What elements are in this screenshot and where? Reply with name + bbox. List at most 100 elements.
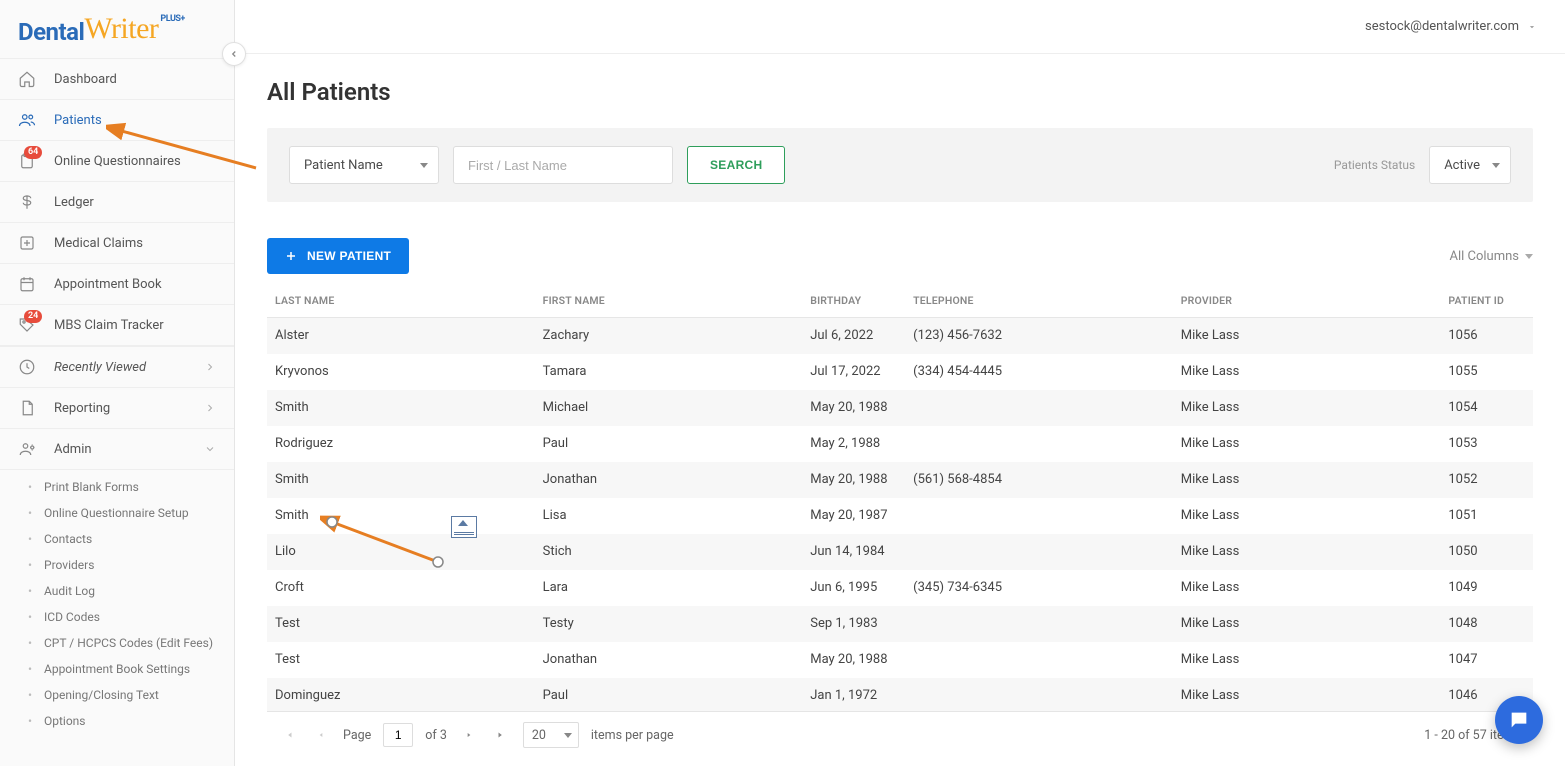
sidebar-item-admin[interactable]: Admin [0,429,234,470]
sidebar-item-ledger[interactable]: Ledger [0,182,234,223]
page-of-label: of 3 [425,728,447,743]
col-header-birthday[interactable]: BIRTHDAY [802,284,905,318]
cell-last: Test [267,642,535,678]
chat-widget-button[interactable] [1495,696,1543,744]
dollar-icon [18,193,36,211]
table-row[interactable]: CroftLaraJun 6, 1995(345) 734-6345Mike L… [267,570,1533,606]
cell-prov: Mike Lass [1173,606,1441,642]
sub-item-options[interactable]: Options [0,708,234,734]
sub-item-icd-codes[interactable]: ICD Codes [0,604,234,630]
badge: 24 [24,310,42,323]
new-patient-button[interactable]: NEW PATIENT [267,238,409,274]
table-row[interactable]: RodriguezPaulMay 2, 1988Mike Lass1053 [267,426,1533,462]
page-prev-button[interactable] [311,725,331,745]
sidebar-item-mbs-claim-tracker[interactable]: 24 MBS Claim Tracker [0,305,234,346]
sub-item-print-blank-forms[interactable]: Print Blank Forms [0,474,234,500]
col-header-telephone[interactable]: TELEPHONE [905,284,1173,318]
sub-item-providers[interactable]: Providers [0,552,234,578]
cell-last: Croft [267,570,535,606]
cell-pid: 1055 [1440,354,1533,390]
sub-item-audit-log[interactable]: Audit Log [0,578,234,604]
patients-status-select[interactable]: Active [1429,146,1511,184]
page-size-value: 20 [532,728,546,743]
sidebar-item-medical-claims[interactable]: Medical Claims [0,223,234,264]
cell-first: Testy [535,606,803,642]
cell-last: Smith [267,462,535,498]
page-next-button[interactable] [459,725,479,745]
sidebar-collapse-button[interactable] [222,42,246,66]
sub-item-appointment-book-settings[interactable]: Appointment Book Settings [0,656,234,682]
cell-tel [905,498,1173,534]
status-value: Active [1444,158,1480,173]
users-icon [18,111,36,129]
chevron-right-icon [204,361,216,373]
cell-bday: May 20, 1988 [802,462,905,498]
page-last-button[interactable] [491,725,511,745]
page-title: All Patients [267,78,1533,106]
items-per-page-label: items per page [591,728,674,743]
table-row[interactable]: AlsterZacharyJul 6, 2022(123) 456-7632Mi… [267,318,1533,354]
user-email: sestock@dentalwriter.com [1365,19,1519,34]
cell-tel [905,534,1173,570]
sidebar-item-reporting[interactable]: Reporting [0,388,234,429]
cell-tel: (334) 454-4445 [905,354,1173,390]
sidebar-item-label: Medical Claims [54,236,143,251]
cell-last: Dominguez [267,678,535,712]
cell-last: Kryvonos [267,354,535,390]
page-number-input[interactable] [383,723,413,747]
sub-item-cpt-hcpcs-codes[interactable]: CPT / HCPCS Codes (Edit Fees) [0,630,234,656]
col-header-provider[interactable]: PROVIDER [1173,284,1441,318]
page-size-select[interactable]: 20 [523,722,579,748]
col-header-first-name[interactable]: FIRST NAME [535,284,803,318]
sidebar-item-patients[interactable]: Patients [0,100,234,141]
caret-down-icon [564,733,572,738]
sidebar-item-recently-viewed[interactable]: Recently Viewed [0,347,234,388]
file-icon [18,399,36,417]
search-input[interactable] [453,146,673,184]
chevron-down-icon [204,443,216,455]
sidebar-item-online-questionnaires[interactable]: 64 Online Questionnaires [0,141,234,182]
table-row[interactable]: SmithJonathanMay 20, 1988(561) 568-4854M… [267,462,1533,498]
logo: DentalWriterPLUS+ [0,0,234,58]
table-row[interactable]: KryvonosTamaraJul 17, 2022(334) 454-4445… [267,354,1533,390]
col-header-last-name[interactable]: LAST NAME [267,284,535,318]
new-patient-label: NEW PATIENT [307,249,391,263]
sub-item-online-questionnaire-setup[interactable]: Online Questionnaire Setup [0,500,234,526]
table-row[interactable]: TestTestySep 1, 1983Mike Lass1048 [267,606,1533,642]
table-row[interactable]: LiloStichJun 14, 1984Mike Lass1050 [267,534,1533,570]
cell-pid: 1052 [1440,462,1533,498]
cell-prov: Mike Lass [1173,318,1441,354]
cell-bday: Sep 1, 1983 [802,606,905,642]
cell-first: Paul [535,678,803,712]
sidebar-item-appointment-book[interactable]: Appointment Book [0,264,234,305]
sidebar-item-dashboard[interactable]: Dashboard [0,59,234,100]
cell-prov: Mike Lass [1173,642,1441,678]
col-header-patient-id[interactable]: PATIENT ID [1440,284,1533,318]
table-row[interactable]: DominguezPaulJan 1, 1972Mike Lass1046 [267,678,1533,712]
sidebar-nav: Dashboard Patients 64 Online Questionnai… [0,58,234,738]
search-by-select[interactable]: Patient Name [289,146,439,184]
cell-bday: May 20, 1988 [802,390,905,426]
calendar-icon [18,275,36,293]
sub-item-opening-closing-text[interactable]: Opening/Closing Text [0,682,234,708]
clock-icon [18,358,36,376]
search-button[interactable]: SEARCH [687,146,785,184]
cell-tel [905,426,1173,462]
cell-prov: Mike Lass [1173,570,1441,606]
caret-down-icon [1492,163,1500,168]
all-columns-label: All Columns [1449,249,1519,264]
sidebar-item-label: Patients [54,113,102,128]
table-row[interactable]: SmithLisaMay 20, 1987Mike Lass1051 [267,498,1533,534]
page-first-button[interactable] [279,725,299,745]
table-row[interactable]: TestJonathanMay 20, 1988Mike Lass1047 [267,642,1533,678]
user-menu-button[interactable]: sestock@dentalwriter.com [1365,19,1537,34]
cell-first: Paul [535,426,803,462]
cell-pid: 1048 [1440,606,1533,642]
all-columns-button[interactable]: All Columns [1449,249,1533,264]
cell-bday: Jan 1, 1972 [802,678,905,712]
cell-first: Zachary [535,318,803,354]
table-row[interactable]: SmithMichaelMay 20, 1988Mike Lass1054 [267,390,1533,426]
sub-item-contacts[interactable]: Contacts [0,526,234,552]
sidebar-item-label: Ledger [54,195,94,210]
cell-pid: 1049 [1440,570,1533,606]
